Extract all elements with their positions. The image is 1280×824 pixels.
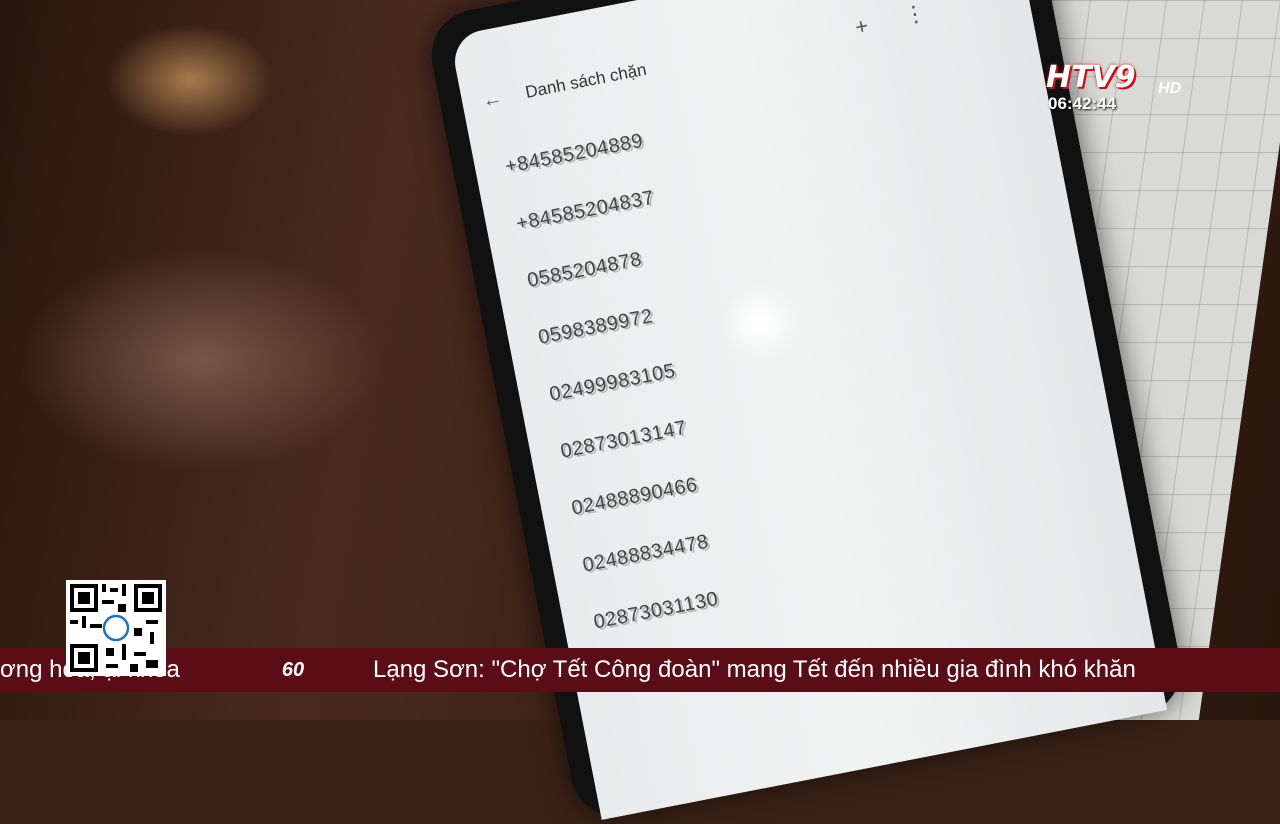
ticker-headline: Lạng Sơn: "Chợ Tết Công đoàn" mang Tết đ…: [373, 656, 1136, 683]
arrow-left-icon[interactable]: ←: [480, 84, 514, 112]
phone-screen: ← Danh sách chặn + ⋮ +84585204889 +84585…: [449, 0, 1168, 820]
broadcast-clock: 06:42:44: [1048, 94, 1117, 113]
page-title: Danh sách chặn: [523, 59, 649, 102]
app-header: ← Danh sách chặn + ⋮: [479, 0, 997, 121]
channel-logo-hd: HD: [1158, 80, 1182, 97]
light-glare: [712, 275, 807, 370]
qr-code-graphic: [66, 580, 166, 676]
news-ticker: ơng hoa, ại khoa 60 Lạng Sơn: "Chợ Tết C…: [0, 648, 1280, 692]
ticker-badge: 60: [281, 658, 305, 681]
more-vertical-icon[interactable]: ⋮: [902, 0, 929, 29]
channel-logo-text: HTV9: [1046, 60, 1136, 95]
plus-icon[interactable]: +: [853, 13, 871, 41]
qr-code-icon: [66, 580, 166, 676]
